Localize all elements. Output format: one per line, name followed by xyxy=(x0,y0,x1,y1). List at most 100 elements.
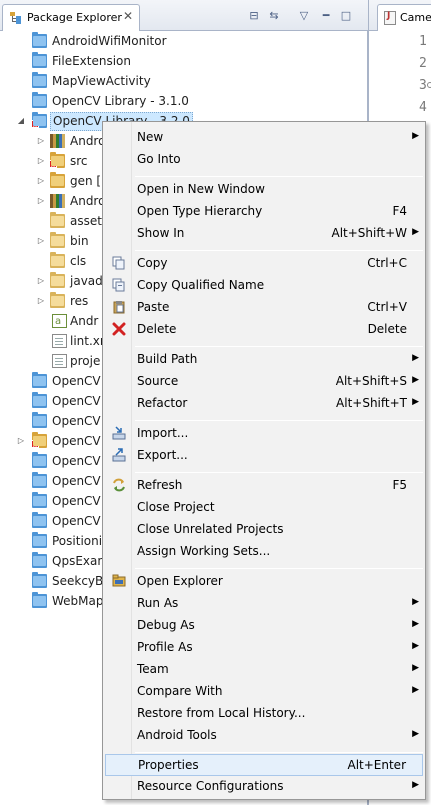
folder-icon xyxy=(32,412,47,428)
copy-icon xyxy=(111,256,127,272)
line-number: 2 xyxy=(419,56,427,71)
collapsed-arrow-icon[interactable]: ▷ xyxy=(36,131,46,151)
menu-item-refactor[interactable]: Refactor Alt+Shift+T ▶ xyxy=(105,393,423,415)
minimize-icon[interactable]: ━ xyxy=(318,8,334,24)
menu-item-new[interactable]: New ▶ xyxy=(105,127,423,149)
folder-icon xyxy=(50,212,65,228)
tree-item-label: Positioni xyxy=(52,534,103,548)
menu-label: Profile As xyxy=(137,640,193,654)
menu-label: Open Type Hierarchy xyxy=(137,204,263,218)
collapsed-arrow-icon[interactable]: ▷ xyxy=(36,271,46,291)
menu-item-team[interactable]: Team ▶ xyxy=(105,659,423,681)
menu-item-close-unrelated-projects[interactable]: Close Unrelated Projects xyxy=(105,519,423,541)
folder-icon xyxy=(32,572,47,588)
menu-item-open-explorer[interactable]: Open Explorer xyxy=(105,571,423,593)
collapsed-arrow-icon[interactable]: ▷ xyxy=(36,151,46,171)
menu-item-debug-as[interactable]: Debug As ▶ xyxy=(105,615,423,637)
xml-file-icon xyxy=(52,334,67,348)
tree-item-label: MapViewActivity xyxy=(52,74,151,88)
collapsed-arrow-icon[interactable]: ▷ xyxy=(16,431,26,451)
tab-label: Package Explorer xyxy=(27,11,122,24)
menu-label: Close Unrelated Projects xyxy=(137,522,284,536)
menu-shortcut: Alt+Shift+S xyxy=(335,374,407,388)
delete-icon xyxy=(111,322,127,338)
copy-qualified-name-icon xyxy=(111,278,127,294)
menu-item-build-path[interactable]: Build Path ▶ xyxy=(105,349,423,371)
tree-item-label: OpenCV xyxy=(52,414,101,428)
collapse-all-icon[interactable]: ⊟ xyxy=(246,8,262,24)
view-menu-icon[interactable]: ▽ xyxy=(296,8,312,24)
menu-item-show-in[interactable]: Show In Alt+Shift+W ▶ xyxy=(105,223,423,245)
menu-item-open-type-hierarchy[interactable]: Open Type Hierarchy F4 xyxy=(105,201,423,223)
menu-item-go-into[interactable]: Go Into xyxy=(105,149,423,171)
folder-icon xyxy=(50,252,65,268)
line-number: 1 xyxy=(419,34,427,49)
submenu-arrow-icon: ▶ xyxy=(412,780,419,790)
line-number: 4 xyxy=(419,100,427,115)
menu-label: Open Explorer xyxy=(137,574,223,588)
menu-item-run-as[interactable]: Run As ▶ xyxy=(105,593,423,615)
menu-item-open-in-new-window[interactable]: Open in New Window xyxy=(105,179,423,201)
menu-label: Refresh xyxy=(137,478,183,492)
tree-item-label: QpsExan xyxy=(52,554,105,568)
collapsed-arrow-icon[interactable]: ▷ xyxy=(36,171,46,191)
collapsed-arrow-icon[interactable]: ▷ xyxy=(36,231,46,251)
folder-icon xyxy=(32,472,47,488)
open-explorer-icon xyxy=(111,574,127,590)
menu-label: Export... xyxy=(137,448,188,462)
tree-item-label: SeekcyB xyxy=(52,574,104,588)
menu-item-close-project[interactable]: Close Project xyxy=(105,497,423,519)
package-explorer-icon xyxy=(9,11,23,25)
menu-item-import[interactable]: Import... xyxy=(105,423,423,445)
menu-label: Show In xyxy=(137,226,185,240)
import-icon xyxy=(111,426,127,442)
menu-item-restore-from-local-history[interactable]: Restore from Local History... xyxy=(105,703,423,725)
folder-icon xyxy=(32,592,47,608)
tree-item-label: FileExtension xyxy=(52,54,131,68)
collapsed-arrow-icon[interactable]: ▷ xyxy=(36,291,46,311)
menu-item-assign-working-sets[interactable]: Assign Working Sets... xyxy=(105,541,423,563)
folder-icon xyxy=(32,552,47,568)
menu-label: Assign Working Sets... xyxy=(137,544,271,558)
menu-item-resource-configurations[interactable]: Resource Configurations ▶ xyxy=(105,776,423,798)
tab-package-explorer[interactable]: Package Explorer ✕ xyxy=(2,4,140,31)
link-with-editor-icon[interactable]: ⇆ xyxy=(266,8,282,24)
collapsed-arrow-icon[interactable]: ▷ xyxy=(36,191,46,211)
menu-item-delete[interactable]: Delete Delete xyxy=(105,319,423,341)
menu-label: Team xyxy=(137,662,169,676)
folder-icon xyxy=(50,272,65,288)
menu-label: Restore from Local History... xyxy=(137,706,306,720)
menu-item-source[interactable]: Source Alt+Shift+S ▶ xyxy=(105,371,423,393)
tree-item-label: src xyxy=(70,154,88,168)
maximize-icon[interactable]: □ xyxy=(338,8,354,24)
menu-item-refresh[interactable]: Refresh F5 xyxy=(105,475,423,497)
menu-item-paste[interactable]: Paste Ctrl+V xyxy=(105,297,423,319)
menu-label: Refactor xyxy=(137,396,188,410)
menu-item-properties[interactable]: Properties Alt+Enter xyxy=(105,754,423,776)
folder-icon xyxy=(32,392,47,408)
tree-item-label: OpenCV xyxy=(52,394,101,408)
submenu-arrow-icon: ▶ xyxy=(412,597,419,607)
tree-item-label: asset xyxy=(70,214,102,228)
menu-shortcut: Delete xyxy=(367,322,407,336)
menu-item-compare-with[interactable]: Compare With ▶ xyxy=(105,681,423,703)
menu-item-copy[interactable]: Copy Ctrl+C xyxy=(105,253,423,275)
menu-item-android-tools[interactable]: Android Tools ▶ xyxy=(105,725,423,747)
submenu-arrow-icon: ▶ xyxy=(412,131,419,141)
menu-separator xyxy=(135,568,423,569)
menu-separator xyxy=(135,346,423,347)
fold-marker-icon[interactable] xyxy=(427,82,431,88)
submenu-arrow-icon: ▶ xyxy=(412,729,419,739)
close-icon[interactable]: ✕ xyxy=(123,9,133,23)
submenu-arrow-icon: ▶ xyxy=(412,227,419,237)
menu-item-profile-as[interactable]: Profile As ▶ xyxy=(105,637,423,659)
submenu-arrow-icon: ▶ xyxy=(412,641,419,651)
menu-item-export[interactable]: Export... xyxy=(105,445,423,467)
folder-icon xyxy=(32,532,47,548)
menu-item-copy-qualified-name[interactable]: Copy Qualified Name xyxy=(105,275,423,297)
menu-shortcut: Alt+Shift+W xyxy=(331,226,408,240)
tab-editor-file[interactable]: Came xyxy=(377,4,431,31)
menu-shortcut: F5 xyxy=(392,478,407,492)
java-file-icon xyxy=(384,11,396,25)
expanded-arrow-icon[interactable]: ◢ xyxy=(16,111,26,131)
